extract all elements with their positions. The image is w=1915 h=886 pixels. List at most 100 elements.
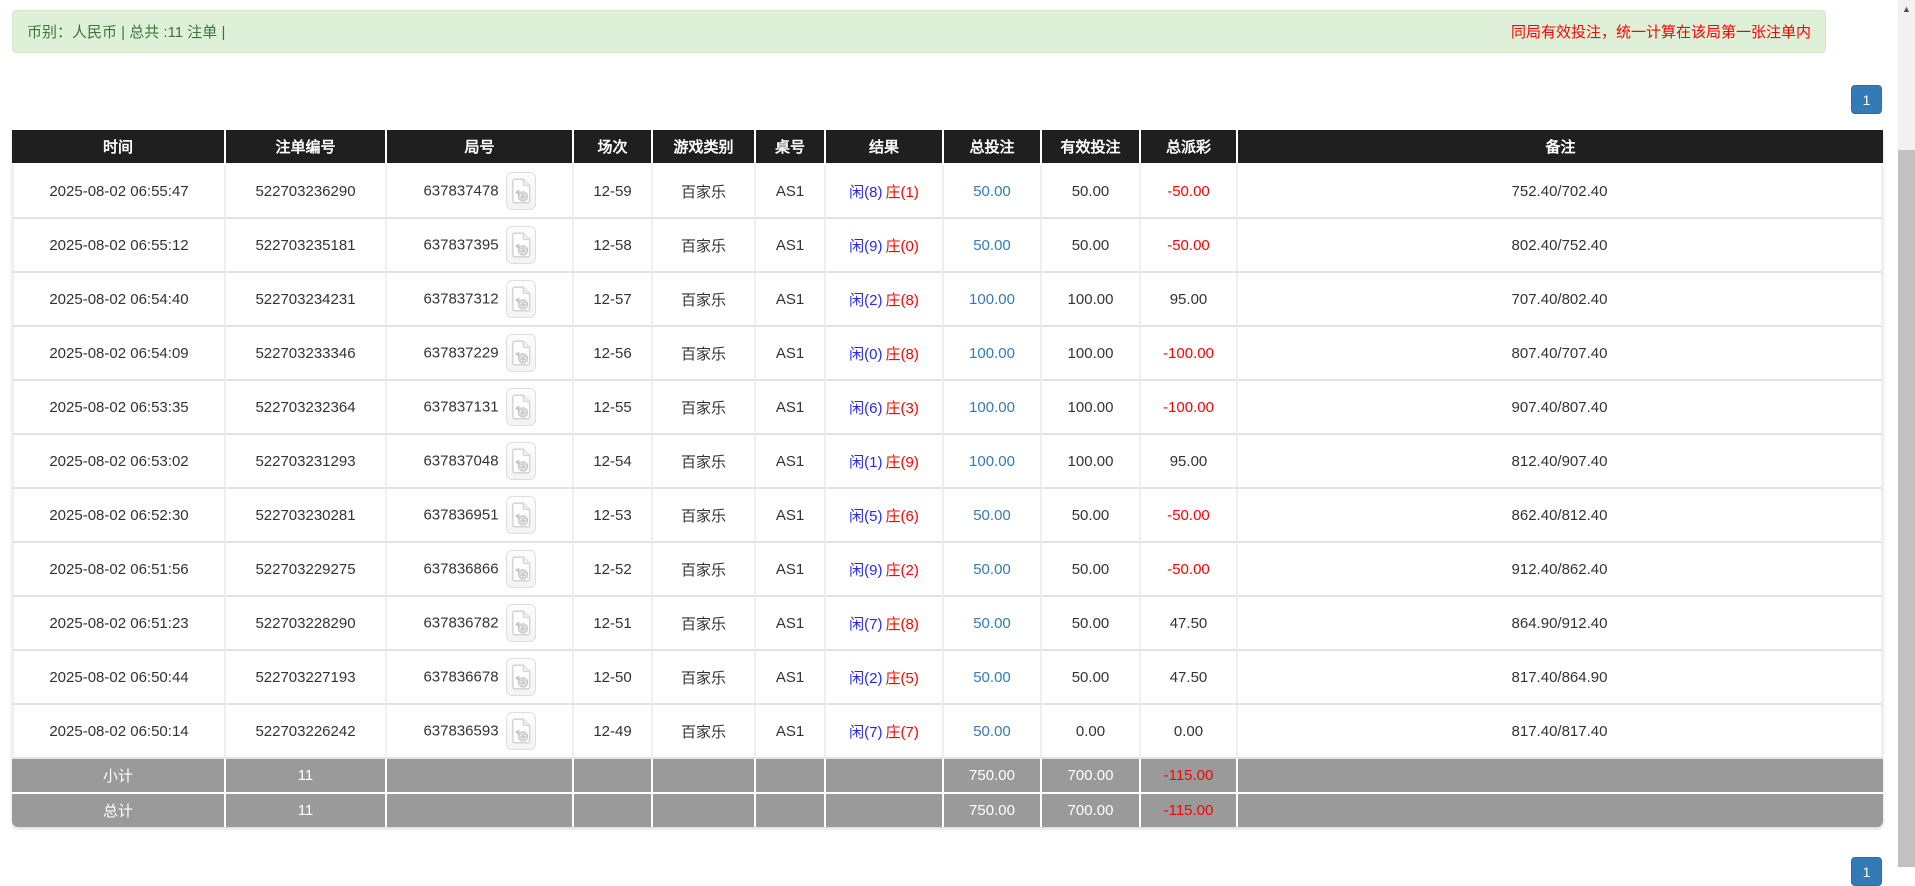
cell-total-bet: 100.00 bbox=[944, 381, 1042, 435]
cell-remark: 802.40/752.40 bbox=[1238, 219, 1883, 273]
cell-game-type: 百家乐 bbox=[653, 543, 756, 597]
subtotal-row: 小计 11 750.00 700.00 -115.00 bbox=[12, 759, 1883, 794]
cell-round: 637837312 bbox=[387, 273, 574, 327]
total-bet-link[interactable]: 50.00 bbox=[973, 723, 1011, 740]
subtotal-valid-bet: 700.00 bbox=[1042, 759, 1141, 794]
cell-valid-bet: 50.00 bbox=[1042, 489, 1141, 543]
result-banker: 庄(2) bbox=[885, 561, 919, 579]
cell-session: 12-55 bbox=[574, 381, 653, 435]
scrollbar-thumb[interactable] bbox=[1898, 150, 1915, 867]
cell-payout: -100.00 bbox=[1141, 381, 1238, 435]
cell-session: 12-50 bbox=[574, 651, 653, 705]
cell-session: 12-57 bbox=[574, 273, 653, 327]
total-bet-link[interactable]: 50.00 bbox=[973, 507, 1011, 524]
cell-round: 637837229 bbox=[387, 327, 574, 381]
pagination-page-1-top[interactable]: 1 bbox=[1851, 85, 1882, 114]
cell-valid-bet: 0.00 bbox=[1042, 705, 1141, 759]
round-number: 637837048 bbox=[423, 452, 499, 470]
cell-game-type: 百家乐 bbox=[653, 705, 756, 759]
currency-summary-text: 币别：人民币 | 总共 :11 注单 | bbox=[27, 24, 226, 41]
table-row: 2025-08-02 06:51:56 522703229275 6378368… bbox=[12, 543, 1883, 597]
cell-result: 闲(8) 庄(1) bbox=[826, 165, 944, 219]
cell-valid-bet: 50.00 bbox=[1042, 219, 1141, 273]
video-file-icon[interactable] bbox=[505, 496, 536, 534]
round-number: 637836782 bbox=[423, 614, 499, 632]
video-file-icon-glyph bbox=[511, 178, 530, 204]
video-file-icon[interactable] bbox=[505, 388, 536, 426]
video-file-icon[interactable] bbox=[505, 280, 536, 318]
cell-remark: 812.40/907.40 bbox=[1238, 435, 1883, 489]
result-banker: 庄(6) bbox=[885, 507, 919, 525]
video-file-icon[interactable] bbox=[505, 172, 536, 210]
cell-valid-bet: 100.00 bbox=[1042, 435, 1141, 489]
cell-result: 闲(1) 庄(9) bbox=[826, 435, 944, 489]
cell-remark: 862.40/812.40 bbox=[1238, 489, 1883, 543]
total-bet-link[interactable]: 50.00 bbox=[973, 561, 1011, 578]
cell-result: 闲(7) 庄(8) bbox=[826, 597, 944, 651]
subtotal-total-bet: 750.00 bbox=[944, 759, 1042, 794]
cell-game-type: 百家乐 bbox=[653, 219, 756, 273]
cell-result: 闲(7) 庄(7) bbox=[826, 705, 944, 759]
video-file-icon[interactable] bbox=[505, 442, 536, 480]
cell-table-no: AS1 bbox=[756, 381, 826, 435]
cell-bet-id: 522703234231 bbox=[226, 273, 387, 327]
total-bet-link[interactable]: 50.00 bbox=[973, 669, 1011, 686]
cell-game-type: 百家乐 bbox=[653, 651, 756, 705]
video-file-icon[interactable] bbox=[505, 712, 536, 750]
column-header-10: 备注 bbox=[1238, 130, 1883, 165]
bet-records-table: 时间 注单编号 局号 场次 游戏类别 桌号 结果 总投注 有效投注 总派彩 备注 2025-08-0… bbox=[12, 130, 1883, 827]
video-file-icon[interactable] bbox=[505, 604, 536, 642]
total-bet-link[interactable]: 100.00 bbox=[969, 345, 1015, 362]
total-bet-link[interactable]: 50.00 bbox=[973, 615, 1011, 632]
video-file-icon-glyph bbox=[511, 718, 530, 744]
cell-valid-bet: 100.00 bbox=[1042, 273, 1141, 327]
video-file-icon[interactable] bbox=[505, 334, 536, 372]
cell-remark: 817.40/864.90 bbox=[1238, 651, 1883, 705]
pagination-page-1-bottom[interactable]: 1 bbox=[1851, 857, 1882, 886]
result-player: 闲(8) bbox=[849, 183, 883, 201]
table-row: 2025-08-02 06:50:14 522703226242 6378365… bbox=[12, 705, 1883, 759]
scroll-up-arrow-icon[interactable]: ▲ bbox=[1898, 0, 1915, 18]
result-player: 闲(7) bbox=[849, 615, 883, 633]
cell-payout: -50.00 bbox=[1141, 489, 1238, 543]
video-file-icon[interactable] bbox=[505, 658, 536, 696]
video-file-icon-glyph bbox=[511, 556, 530, 582]
total-bet-link[interactable]: 100.00 bbox=[969, 399, 1015, 416]
total-bet-link[interactable]: 100.00 bbox=[969, 291, 1015, 308]
cell-table-no: AS1 bbox=[756, 597, 826, 651]
cell-total-bet: 50.00 bbox=[944, 219, 1042, 273]
vertical-scrollbar[interactable]: ▲ bbox=[1898, 0, 1915, 867]
video-file-icon[interactable] bbox=[505, 226, 536, 264]
cell-result: 闲(2) 庄(8) bbox=[826, 273, 944, 327]
cell-bet-id: 522703226242 bbox=[226, 705, 387, 759]
total-bet-link[interactable]: 50.00 bbox=[973, 237, 1011, 254]
result-banker: 庄(7) bbox=[885, 723, 919, 741]
round-number: 637836593 bbox=[423, 722, 499, 740]
cell-result: 闲(5) 庄(6) bbox=[826, 489, 944, 543]
video-file-icon-glyph bbox=[511, 232, 530, 258]
cell-time: 2025-08-02 06:54:09 bbox=[12, 327, 226, 381]
round-number: 637836678 bbox=[423, 668, 499, 686]
cell-round: 637836866 bbox=[387, 543, 574, 597]
cell-table-no: AS1 bbox=[756, 543, 826, 597]
grand-total-total-bet: 750.00 bbox=[944, 794, 1042, 827]
total-bet-link[interactable]: 50.00 bbox=[973, 183, 1011, 200]
result-banker: 庄(8) bbox=[885, 345, 919, 363]
result-player: 闲(2) bbox=[849, 669, 883, 687]
cell-game-type: 百家乐 bbox=[653, 489, 756, 543]
cell-payout: 47.50 bbox=[1141, 651, 1238, 705]
cell-remark: 817.40/817.40 bbox=[1238, 705, 1883, 759]
grand-total-row: 总计 11 750.00 700.00 -115.00 bbox=[12, 794, 1883, 827]
video-file-icon[interactable] bbox=[505, 550, 536, 588]
video-file-icon-glyph bbox=[511, 286, 530, 312]
cell-remark: 752.40/702.40 bbox=[1238, 165, 1883, 219]
video-file-icon-glyph bbox=[511, 502, 530, 528]
result-banker: 庄(9) bbox=[885, 453, 919, 471]
cell-time: 2025-08-02 06:50:44 bbox=[12, 651, 226, 705]
table-row: 2025-08-02 06:53:02 522703231293 6378370… bbox=[12, 435, 1883, 489]
cell-time: 2025-08-02 06:52:30 bbox=[12, 489, 226, 543]
grand-total-count: 11 bbox=[226, 794, 387, 827]
cell-round: 637837048 bbox=[387, 435, 574, 489]
total-bet-link[interactable]: 100.00 bbox=[969, 453, 1015, 470]
result-player: 闲(7) bbox=[849, 723, 883, 741]
